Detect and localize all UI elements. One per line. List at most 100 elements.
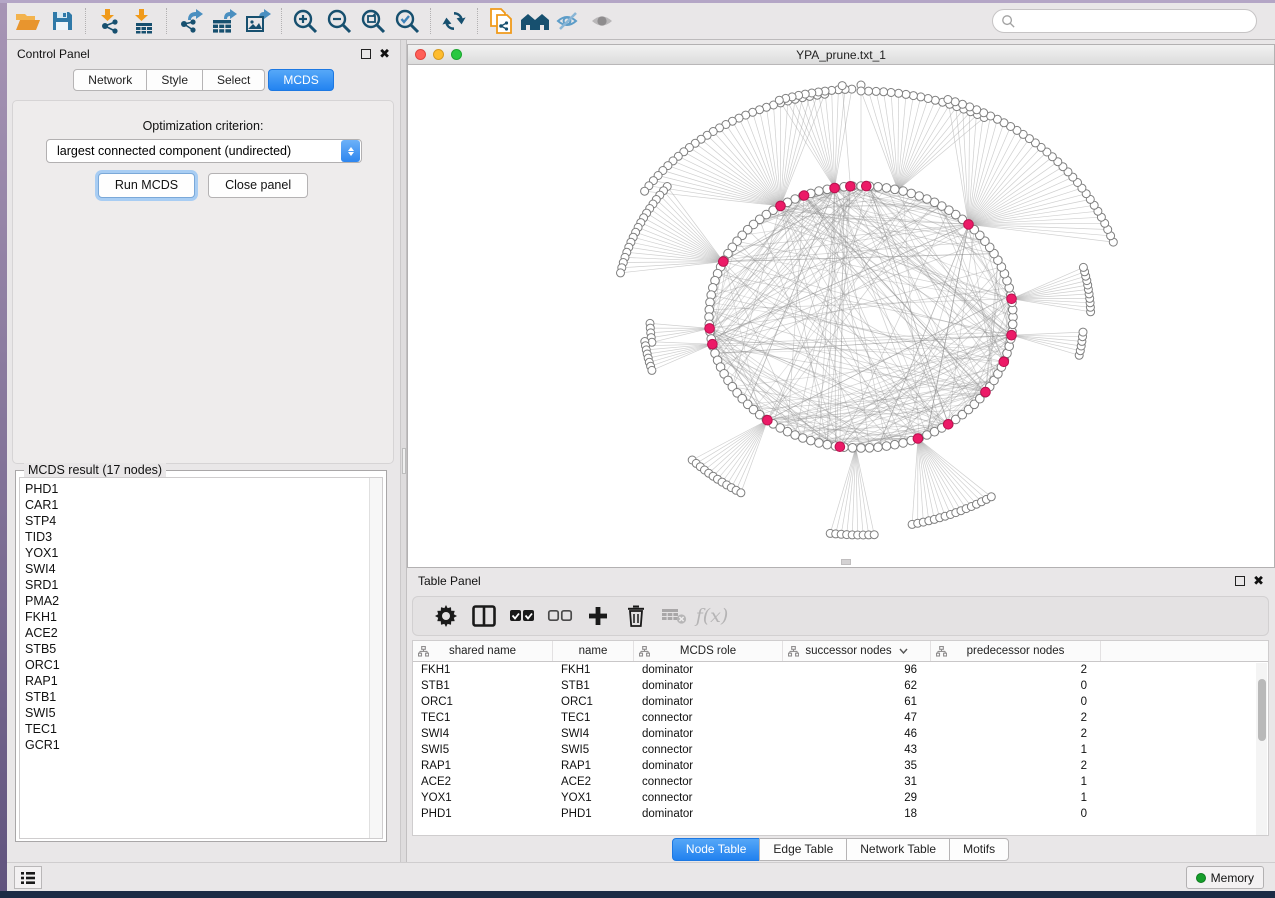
export-network-icon[interactable] [173,6,207,36]
result-item[interactable]: ORC1 [25,657,382,673]
criterion-dropdown[interactable]: largest connected component (undirected) [46,139,362,163]
search-input[interactable] [1016,11,1236,31]
cell: SWI5 [413,742,553,758]
result-item[interactable]: SWI5 [25,705,382,721]
cell: 31 [783,774,931,790]
tab-network-table[interactable]: Network Table [846,838,950,861]
table-row[interactable]: TEC1TEC1connector472 [413,710,1268,726]
new-network-from-selection-icon[interactable] [484,6,518,36]
tab-mcds[interactable]: MCDS [268,69,333,91]
float-table-panel-icon[interactable] [1235,576,1245,586]
column-header-MCDS-role[interactable]: MCDS role [634,641,783,661]
tab-motifs[interactable]: Motifs [949,838,1009,861]
table-row[interactable]: FKH1FKH1dominator962 [413,662,1268,678]
refresh-icon[interactable] [437,6,471,36]
network-window-titlebar[interactable]: YPA_prune.txt_1 [408,45,1274,65]
table-row[interactable]: SWI5SWI5connector431 [413,742,1268,758]
column-header-successor-nodes[interactable]: successor nodes [783,641,931,661]
run-mcds-button[interactable]: Run MCDS [98,173,195,198]
panel-splitter[interactable] [400,40,407,862]
float-panel-icon[interactable] [361,49,371,59]
result-item[interactable]: SWI4 [25,561,382,577]
result-item[interactable]: SRD1 [25,577,382,593]
import-table-icon[interactable] [126,6,160,36]
cell: dominator [634,758,783,774]
table-scrollbar[interactable] [1256,663,1267,835]
open-file-icon[interactable] [11,6,45,36]
show-all-icon[interactable] [586,6,620,36]
result-item[interactable]: GCR1 [25,737,382,753]
zoom-in-icon[interactable] [288,6,322,36]
cell: YOX1 [553,790,634,806]
cell: dominator [634,662,783,678]
export-image-icon[interactable] [241,6,275,36]
cell: 1 [931,774,1101,790]
cell: SWI5 [553,742,634,758]
result-item[interactable]: PMA2 [25,593,382,609]
result-item[interactable]: TID3 [25,529,382,545]
check-all-icon[interactable] [503,600,541,632]
zoom-out-icon[interactable] [322,6,356,36]
cell: 2 [931,758,1101,774]
table-row[interactable]: STB1STB1dominator620 [413,678,1268,694]
zoom-fit-icon[interactable] [356,6,390,36]
column-header-shared-name[interactable]: shared name [413,641,553,661]
close-panel-icon[interactable]: ✖ [379,49,390,59]
result-item[interactable]: RAP1 [25,673,382,689]
result-list-scrollbar[interactable] [369,478,382,838]
table-row[interactable]: ACE2ACE2connector311 [413,774,1268,790]
result-item[interactable]: ACE2 [25,625,382,641]
first-neighbors-icon[interactable] [518,6,552,36]
tab-select[interactable]: Select [202,69,265,91]
cell: connector [634,742,783,758]
horizontal-splitter-handle[interactable] [841,559,851,565]
result-item[interactable]: TEC1 [25,721,382,737]
mcds-result-list[interactable]: PHD1CAR1STP4TID3YOX1SWI4SRD1PMA2FKH1ACE2… [19,477,383,839]
dropdown-stepper-icon [341,140,360,162]
result-item[interactable]: FKH1 [25,609,382,625]
status-bar: Memory [7,862,1275,891]
tab-edge-table[interactable]: Edge Table [759,838,847,861]
export-table-icon[interactable] [207,6,241,36]
import-network-icon[interactable] [92,6,126,36]
table-row[interactable]: PHD1PHD1dominator180 [413,806,1268,822]
result-item[interactable]: STP4 [25,513,382,529]
table-panel-title: Table Panel [418,574,481,588]
hide-selected-icon[interactable] [552,6,586,36]
result-item[interactable]: STB1 [25,689,382,705]
tab-node-table[interactable]: Node Table [672,838,761,861]
show-panels-button[interactable] [14,866,42,889]
memory-button[interactable]: Memory [1186,866,1264,889]
table-row[interactable]: YOX1YOX1connector291 [413,790,1268,806]
result-item[interactable]: CAR1 [25,497,382,513]
result-item[interactable]: STB5 [25,641,382,657]
close-table-panel-icon[interactable]: ✖ [1253,576,1264,586]
zoom-selected-icon[interactable] [390,6,424,36]
node-table[interactable]: shared namenameMCDS rolesuccessor nodesp… [412,640,1269,836]
control-panel-title: Control Panel [17,47,90,61]
table-row[interactable]: RAP1RAP1dominator352 [413,758,1268,774]
gear-icon[interactable] [427,600,465,632]
mcds-result-group: MCDS result (17 nodes) PHD1CAR1STP4TID3Y… [15,470,387,842]
table-row[interactable]: SWI4SWI4dominator462 [413,726,1268,742]
cell: 43 [783,742,931,758]
add-column-icon[interactable] [579,600,617,632]
save-session-icon[interactable] [45,6,79,36]
uncheck-all-icon[interactable] [541,600,579,632]
cell: RAP1 [413,758,553,774]
delete-column-icon[interactable] [617,600,655,632]
toolbar-separator [85,8,86,34]
columns-icon[interactable] [465,600,503,632]
tab-style[interactable]: Style [146,69,203,91]
network-canvas[interactable] [408,65,1274,566]
tab-network[interactable]: Network [73,69,147,91]
search-box[interactable] [992,9,1257,33]
column-header-name[interactable]: name [553,641,634,661]
result-item[interactable]: YOX1 [25,545,382,561]
network-window-title: YPA_prune.txt_1 [408,48,1274,62]
table-row[interactable]: ORC1ORC1dominator610 [413,694,1268,710]
cell: PHD1 [413,806,553,822]
column-header-predecessor-nodes[interactable]: predecessor nodes [931,641,1101,661]
close-panel-button[interactable]: Close panel [208,173,308,198]
result-item[interactable]: PHD1 [25,481,382,497]
